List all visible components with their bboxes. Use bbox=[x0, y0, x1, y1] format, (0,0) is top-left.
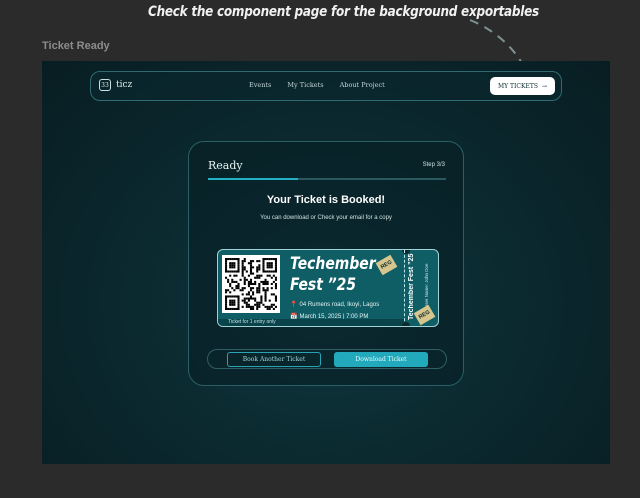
action-buttons: Book Another Ticket Download Ticket bbox=[207, 349, 447, 369]
ticket-ready-card: Ready Step 3/3 Your Ticket is Booked! Yo… bbox=[188, 141, 464, 386]
navbar: 33 ticz Events My Tickets About Project … bbox=[90, 71, 562, 101]
card-title: Ready bbox=[208, 159, 243, 172]
my-tickets-button-label: MY TICKETS bbox=[498, 82, 538, 90]
booked-heading: Your Ticket is Booked! bbox=[266, 194, 386, 206]
reg-badge: REG bbox=[375, 254, 398, 276]
progress-fill bbox=[208, 178, 299, 180]
ticket-ready-frame: 33 ticz Events My Tickets About Project … bbox=[42, 61, 610, 464]
event-title-line2: Fest ”25 bbox=[290, 275, 357, 295]
nav-link-events[interactable]: Events bbox=[249, 81, 271, 89]
stub-user-name: User Name: John Doe bbox=[424, 263, 429, 308]
entry-note: Ticket for 1 entry only bbox=[218, 319, 404, 326]
designer-annotation: Check the component page for the backgro… bbox=[148, 4, 539, 20]
frame-label[interactable]: Ticket Ready bbox=[42, 40, 110, 52]
event-address: 📍 04 Rumens road, Ikoyi, Lagos bbox=[290, 301, 379, 308]
booked-subtext: You can download or Check your email for… bbox=[260, 215, 392, 221]
qr-code bbox=[222, 255, 280, 313]
ticket: Techember Fest ”25 📍 04 Rumens road, Ikoy… bbox=[217, 249, 439, 327]
download-ticket-button[interactable]: Download Ticket bbox=[334, 352, 428, 367]
my-tickets-button[interactable]: MY TICKETS → bbox=[490, 77, 555, 95]
logo-text: ticz bbox=[116, 80, 133, 90]
nav-links: Events My Tickets About Project bbox=[249, 81, 385, 89]
progress-bar bbox=[208, 178, 446, 180]
book-another-ticket-button[interactable]: Book Another Ticket bbox=[227, 352, 321, 367]
nav-link-about-project[interactable]: About Project bbox=[340, 81, 385, 89]
ticket-perforation bbox=[404, 250, 405, 326]
event-address-text: 04 Rumens road, Ikoyi, Lagos bbox=[299, 302, 380, 308]
arrow-right-icon: → bbox=[541, 82, 547, 90]
location-pin-icon: 📍 bbox=[290, 302, 298, 308]
step-indicator: Step 3/3 bbox=[422, 162, 445, 168]
event-title-line1: Techember bbox=[290, 254, 376, 274]
qr-code-graphic bbox=[225, 258, 277, 310]
event-title: Techember Fest ”25 bbox=[290, 254, 376, 296]
nav-link-my-tickets[interactable]: My Tickets bbox=[287, 81, 323, 89]
logo[interactable]: 33 ticz bbox=[99, 79, 132, 91]
logo-icon: 33 bbox=[99, 79, 111, 91]
